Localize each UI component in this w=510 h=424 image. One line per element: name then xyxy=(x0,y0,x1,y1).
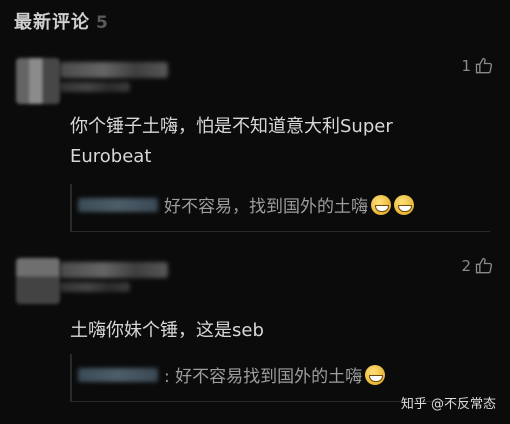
comments-header: 最新评论 5 xyxy=(14,8,108,34)
like-count: 1 xyxy=(461,57,471,75)
grinning-face-icon xyxy=(394,195,414,215)
thumbs-up-icon xyxy=(475,57,493,74)
comment-count: 5 xyxy=(96,13,108,33)
username-blurred[interactable] xyxy=(60,262,168,278)
comment-text: 你个锤子土嗨，怕是不知道意大利Super Eurobeat xyxy=(70,116,393,167)
reply-text-wrap: : 好不容易找到国外的土嗨 xyxy=(164,362,386,387)
username-meta-blurred xyxy=(60,282,130,292)
grinning-face-icon xyxy=(371,195,391,215)
watermark: 知乎 @不反常态 xyxy=(400,397,496,412)
username-blurred[interactable] xyxy=(60,62,168,78)
username-meta-blurred xyxy=(60,82,130,92)
reply-username-blurred xyxy=(78,368,158,382)
comments-panel: 最新评论 5 1 你个锤子土嗨，怕是不知道意大利Super Eurobeat 好… xyxy=(0,0,510,424)
thumbs-up-icon xyxy=(475,257,493,274)
comment-text: 土嗨你妹个锤，这是seb xyxy=(70,320,264,341)
reply-username-blurred xyxy=(78,198,158,212)
avatar[interactable] xyxy=(16,258,60,304)
like-button[interactable]: 1 xyxy=(461,56,494,76)
reply-text: 好不容易，找到国外的土嗨 xyxy=(164,197,368,217)
like-count: 2 xyxy=(461,257,471,275)
avatar[interactable] xyxy=(16,58,60,104)
like-button[interactable]: 2 xyxy=(461,256,494,276)
reply-text-wrap: 好不容易，找到国外的土嗨 xyxy=(164,192,414,217)
reply-preview[interactable]: 好不容易，找到国外的土嗨 xyxy=(70,184,490,232)
grinning-face-icon xyxy=(365,365,386,385)
section-title: 最新评论 xyxy=(14,12,90,33)
reply-text: : 好不容易找到国外的土嗨 xyxy=(164,367,363,387)
